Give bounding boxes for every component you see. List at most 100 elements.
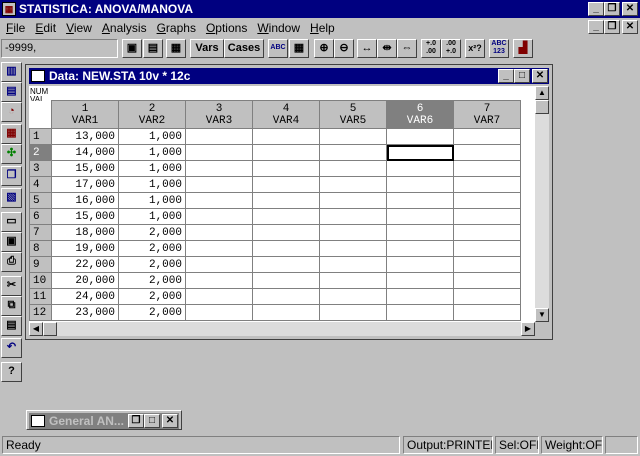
table-cell[interactable] bbox=[252, 304, 320, 321]
table-cell[interactable]: 20,000 bbox=[51, 272, 119, 289]
grid-icon[interactable]: ▦ bbox=[289, 39, 309, 58]
menu-window[interactable]: Window bbox=[253, 21, 306, 35]
data-window-titlebar[interactable]: Data: NEW.STA 10v * 12c _ □ ✕ bbox=[29, 68, 549, 84]
status-selection[interactable]: Sel:OFF bbox=[495, 436, 539, 454]
table-cell[interactable] bbox=[319, 192, 387, 209]
table-cell[interactable] bbox=[386, 288, 454, 305]
cell-value-field[interactable]: -9999, bbox=[1, 39, 118, 58]
table-cell[interactable] bbox=[386, 176, 454, 193]
table-icon[interactable]: ▦ bbox=[1, 124, 22, 144]
table-cell[interactable]: 14,000 bbox=[51, 144, 119, 161]
table-cell[interactable] bbox=[185, 128, 253, 145]
horizontal-scrollbar[interactable]: ◀ ▶ bbox=[29, 322, 535, 336]
cases-button[interactable]: Cases bbox=[224, 39, 264, 58]
table-cell[interactable] bbox=[252, 272, 320, 289]
app-restore-button[interactable]: ❐ bbox=[604, 2, 620, 16]
table-cell[interactable] bbox=[386, 256, 454, 273]
table-cell[interactable]: 1,000 bbox=[118, 160, 186, 177]
table-cell[interactable] bbox=[252, 128, 320, 145]
table-cell[interactable] bbox=[319, 272, 387, 289]
workflow-icon[interactable]: ✣ bbox=[1, 144, 22, 164]
column-header-var3[interactable]: 3 VAR3 bbox=[185, 100, 253, 129]
table-cell[interactable] bbox=[386, 224, 454, 241]
status-weight[interactable]: Weight:OFF bbox=[541, 436, 603, 454]
menu-help[interactable]: Help bbox=[306, 21, 341, 35]
row-header[interactable]: 11 bbox=[29, 288, 52, 305]
table-cell[interactable] bbox=[386, 208, 454, 225]
table-cell[interactable]: 2,000 bbox=[118, 256, 186, 273]
vertical-scrollbar[interactable]: ▲ ▼ bbox=[535, 86, 549, 322]
table-cell[interactable]: 2,000 bbox=[118, 288, 186, 305]
pie-chart-icon[interactable]: ◔ bbox=[1, 102, 22, 122]
table-cell[interactable] bbox=[252, 224, 320, 241]
table-cell[interactable] bbox=[453, 128, 521, 145]
menu-analysis[interactable]: Analysis bbox=[98, 21, 153, 35]
table-cell[interactable]: 16,000 bbox=[51, 192, 119, 209]
row-header[interactable]: 9 bbox=[29, 256, 52, 273]
minimized-general-anova-window[interactable]: General AN... ❐ □ ✕ bbox=[26, 410, 182, 430]
table-cell[interactable] bbox=[453, 224, 521, 241]
table-cell[interactable]: 15,000 bbox=[51, 160, 119, 177]
app-close-button[interactable]: ✕ bbox=[622, 2, 638, 16]
table-cell[interactable] bbox=[453, 304, 521, 321]
table-cell[interactable] bbox=[185, 272, 253, 289]
text-labels-button[interactable]: ABC bbox=[268, 39, 288, 58]
table-cell[interactable] bbox=[185, 256, 253, 273]
table-cell[interactable] bbox=[319, 208, 387, 225]
menu-graphs[interactable]: Graphs bbox=[153, 21, 202, 35]
table-cell[interactable]: 1,000 bbox=[118, 192, 186, 209]
table-cell[interactable] bbox=[252, 192, 320, 209]
column-header-var6[interactable]: 6 VAR6 bbox=[386, 100, 454, 129]
row-header[interactable]: 12 bbox=[29, 304, 52, 321]
formula-button[interactable]: x²? bbox=[465, 39, 485, 58]
vertical-scroll-thumb[interactable] bbox=[535, 100, 549, 114]
menu-file[interactable]: File bbox=[2, 21, 31, 35]
table-cell[interactable]: 19,000 bbox=[51, 240, 119, 257]
table-cell[interactable] bbox=[319, 288, 387, 305]
table-cell[interactable] bbox=[185, 176, 253, 193]
column-header-var5[interactable]: 5 VAR5 bbox=[319, 100, 387, 129]
column-header-var2[interactable]: 2 VAR2 bbox=[118, 100, 186, 129]
zoom-out-icon[interactable]: ⊖ bbox=[334, 39, 354, 58]
column-width-icon[interactable]: ↔ bbox=[357, 39, 377, 58]
table-cell[interactable] bbox=[252, 256, 320, 273]
row-header[interactable]: 7 bbox=[29, 224, 52, 241]
table-cell[interactable] bbox=[386, 240, 454, 257]
table-cell[interactable] bbox=[453, 288, 521, 305]
table-cell[interactable] bbox=[319, 176, 387, 193]
scroll-down-icon[interactable]: ▼ bbox=[535, 308, 549, 322]
table-cell[interactable]: 22,000 bbox=[51, 256, 119, 273]
data-minimize-button[interactable]: _ bbox=[498, 69, 514, 83]
table-cell[interactable]: 1,000 bbox=[118, 144, 186, 161]
table-cell[interactable]: 23,000 bbox=[51, 304, 119, 321]
row-header[interactable]: 10 bbox=[29, 272, 52, 289]
column-narrow-icon[interactable]: ⇹ bbox=[377, 39, 397, 58]
windows-icon[interactable]: ❐ bbox=[1, 166, 22, 186]
column-fit-icon[interactable]: ⇔ bbox=[397, 39, 417, 58]
data-close-button[interactable]: ✕ bbox=[532, 69, 548, 83]
table-cell[interactable] bbox=[319, 240, 387, 257]
table-cell[interactable] bbox=[386, 128, 454, 145]
scroll-left-icon[interactable]: ◀ bbox=[29, 322, 43, 336]
mdi-restore-button[interactable]: ❐ bbox=[604, 20, 620, 34]
table-cell[interactable] bbox=[453, 272, 521, 289]
help-icon[interactable]: ? bbox=[1, 362, 22, 382]
stats-icon[interactable]: ▥ bbox=[1, 62, 22, 82]
column-header-var7[interactable]: 7 VAR7 bbox=[453, 100, 521, 129]
add-decimals-button[interactable]: +.0 .00 bbox=[421, 39, 441, 58]
save-icon[interactable]: ▣ bbox=[1, 232, 22, 252]
table-cell[interactable]: 17,000 bbox=[51, 176, 119, 193]
table-cell[interactable]: 1,000 bbox=[118, 208, 186, 225]
row-header[interactable]: 4 bbox=[29, 176, 52, 193]
table-cell[interactable] bbox=[453, 176, 521, 193]
table-cell[interactable] bbox=[386, 304, 454, 321]
table-cell[interactable] bbox=[319, 224, 387, 241]
table-cell[interactable] bbox=[185, 240, 253, 257]
table-cell[interactable]: 15,000 bbox=[51, 208, 119, 225]
table-cell[interactable] bbox=[185, 304, 253, 321]
open-folder-icon[interactable]: ▭ bbox=[1, 212, 22, 232]
table-cell[interactable] bbox=[185, 160, 253, 177]
row-header[interactable]: 2 bbox=[29, 144, 52, 161]
row-header[interactable]: 5 bbox=[29, 192, 52, 209]
table-cell[interactable] bbox=[185, 288, 253, 305]
